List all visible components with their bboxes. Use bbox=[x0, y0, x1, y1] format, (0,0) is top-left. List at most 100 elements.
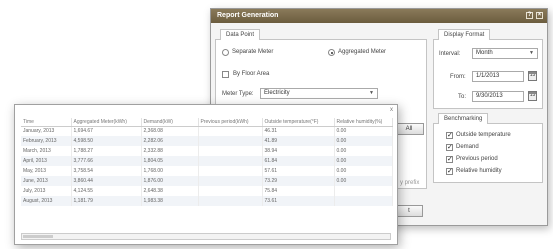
separate-meter-radio[interactable] bbox=[222, 49, 229, 56]
calendar-icon[interactable]: 15 bbox=[528, 71, 537, 81]
cell-demand: 1,768.00 bbox=[141, 166, 199, 176]
cell-time: March, 2013 bbox=[21, 146, 72, 156]
benchmarking-panel: Benchmarking ✓ Outside temperature ✓ Dem… bbox=[433, 113, 543, 183]
cell-aggregated: 4,124.55 bbox=[71, 186, 142, 196]
table-row[interactable]: August, 2013 1,181.79 1,983.38 73.61 bbox=[21, 196, 393, 206]
cell-humidity bbox=[334, 196, 393, 206]
cell-previous bbox=[198, 146, 263, 156]
from-date-field[interactable]: 1/1/2013 bbox=[472, 71, 524, 82]
meter-type-value: Electricity bbox=[264, 90, 290, 96]
cell-aggregated: 3,860.44 bbox=[71, 176, 142, 186]
by-floor-area-checkbox[interactable] bbox=[222, 71, 229, 78]
cell-humidity bbox=[334, 186, 393, 196]
column-header-outside-temperature[interactable]: Outside temperature(°F) bbox=[262, 118, 335, 127]
cell-temperature: 61.84 bbox=[262, 156, 335, 166]
scrollbar-thumb[interactable] bbox=[23, 235, 53, 238]
table-header-row: Time Aggregated Meter(kWh) Demand(kW) Pr… bbox=[21, 118, 393, 127]
dialog-titlebar[interactable]: Report Generation ? × bbox=[211, 9, 547, 23]
cell-previous bbox=[198, 156, 263, 166]
close-icon[interactable]: × bbox=[536, 12, 543, 19]
calendar-icon[interactable]: 15 bbox=[528, 91, 537, 101]
table-row[interactable]: January, 2013 1,694.67 2,368.08 46.31 0.… bbox=[21, 126, 393, 136]
cell-temperature: 73.29 bbox=[262, 176, 335, 186]
to-label: To: bbox=[458, 94, 467, 100]
outside-temperature-checkbox[interactable]: ✓ bbox=[446, 132, 453, 139]
table-row[interactable]: February, 2013 4,598.50 2,282.06 41.89 0… bbox=[21, 136, 393, 146]
cell-temperature: 38.94 bbox=[262, 146, 335, 156]
cell-humidity: 0.00 bbox=[334, 176, 393, 186]
chevron-down-icon: ▼ bbox=[529, 50, 534, 56]
previous-period-checkbox[interactable]: ✓ bbox=[446, 156, 453, 163]
cell-temperature: 57.61 bbox=[262, 166, 335, 176]
tab-benchmarking[interactable]: Benchmarking bbox=[438, 113, 489, 124]
by-floor-area-label: By Floor Area bbox=[233, 71, 270, 77]
help-icon[interactable]: ? bbox=[526, 12, 533, 19]
meter-type-select[interactable]: Electricity ▼ bbox=[260, 88, 378, 99]
interval-select[interactable]: Month ▼ bbox=[472, 48, 538, 59]
display-format-panel: Display Format Interval: Month ▼ From: 1… bbox=[433, 29, 543, 109]
cell-previous bbox=[198, 136, 263, 146]
cell-aggregated: 3,777.66 bbox=[71, 156, 142, 166]
tab-data-point[interactable]: Data Point bbox=[220, 29, 261, 40]
relative-humidity-label: Relative humidity bbox=[456, 168, 502, 174]
cell-aggregated: 3,758.54 bbox=[71, 166, 142, 176]
separate-meter-label: Separate Meter bbox=[232, 49, 274, 55]
cell-temperature: 41.89 bbox=[262, 136, 335, 146]
table-row[interactable]: May, 2013 3,758.54 1,768.00 57.61 0.00 bbox=[21, 166, 393, 176]
cell-time: August, 2013 bbox=[21, 196, 72, 206]
cell-humidity: 0.00 bbox=[334, 156, 393, 166]
report-grid-window: x Time Aggregated Meter(kWh) Demand(kW) … bbox=[14, 104, 398, 245]
cell-time: February, 2013 bbox=[21, 136, 72, 146]
cell-humidity: 0.00 bbox=[334, 126, 393, 136]
cell-demand: 2,368.08 bbox=[141, 126, 199, 136]
cell-demand: 2,332.88 bbox=[141, 146, 199, 156]
cell-aggregated: 4,598.50 bbox=[71, 136, 142, 146]
close-icon[interactable]: x bbox=[390, 107, 393, 113]
all-button[interactable]: All bbox=[394, 123, 424, 135]
cell-temperature: 75.84 bbox=[262, 186, 335, 196]
table-row[interactable]: March, 2013 1,788.27 2,332.88 38.94 0.00 bbox=[21, 146, 393, 156]
cell-time: June, 2013 bbox=[21, 176, 72, 186]
cell-demand: 1,876.00 bbox=[141, 176, 199, 186]
column-header-demand[interactable]: Demand(kW) bbox=[141, 118, 199, 127]
interval-value: Month bbox=[476, 50, 493, 56]
aggregated-meter-radio[interactable] bbox=[328, 49, 335, 56]
tab-display-format[interactable]: Display Format bbox=[438, 29, 491, 40]
chevron-down-icon: ▼ bbox=[369, 90, 374, 96]
column-header-previous-period[interactable]: Previous period(kWh) bbox=[198, 118, 263, 127]
cell-previous bbox=[198, 126, 263, 136]
column-header-aggregated-meter[interactable]: Aggregated Meter(kWh) bbox=[71, 118, 142, 127]
cell-time: April, 2013 bbox=[21, 156, 72, 166]
demand-checkbox[interactable]: ✓ bbox=[446, 144, 453, 151]
cell-previous bbox=[198, 186, 263, 196]
horizontal-scrollbar[interactable] bbox=[21, 233, 391, 240]
table-row[interactable]: April, 2013 3,777.66 1,804.05 61.84 0.00 bbox=[21, 156, 393, 166]
cell-aggregated: 1,181.79 bbox=[71, 196, 142, 206]
cell-demand: 1,804.05 bbox=[141, 156, 199, 166]
dialog-title: Report Generation bbox=[217, 12, 279, 19]
cell-previous bbox=[198, 166, 263, 176]
cell-demand: 1,983.38 bbox=[141, 196, 199, 206]
table-row[interactable]: June, 2013 3,860.44 1,876.00 73.29 0.00 bbox=[21, 176, 393, 186]
to-date-field[interactable]: 9/30/2013 bbox=[472, 91, 524, 102]
column-header-relative-humidity[interactable]: Relative humidity(%) bbox=[334, 118, 393, 127]
cell-demand: 2,648.38 bbox=[141, 186, 199, 196]
column-header-time[interactable]: Time bbox=[21, 118, 72, 127]
cell-aggregated: 1,694.67 bbox=[71, 126, 142, 136]
cell-time: July, 2013 bbox=[21, 186, 72, 196]
from-label: From: bbox=[450, 74, 466, 80]
meter-type-label: Meter Type: bbox=[222, 91, 254, 97]
table-row[interactable]: July, 2013 4,124.55 2,648.38 75.84 bbox=[21, 186, 393, 196]
cell-humidity: 0.00 bbox=[334, 136, 393, 146]
cell-aggregated: 1,788.27 bbox=[71, 146, 142, 156]
cell-temperature: 46.31 bbox=[262, 126, 335, 136]
cell-time: January, 2013 bbox=[21, 126, 72, 136]
cell-demand: 2,282.06 bbox=[141, 136, 199, 146]
report-table: Time Aggregated Meter(kWh) Demand(kW) Pr… bbox=[21, 118, 393, 206]
cell-humidity: 0.00 bbox=[334, 146, 393, 156]
cell-temperature: 73.61 bbox=[262, 196, 335, 206]
relative-humidity-checkbox[interactable]: ✓ bbox=[446, 168, 453, 175]
generate-button[interactable]: t bbox=[395, 205, 423, 217]
interval-label: Interval: bbox=[439, 51, 461, 57]
cell-previous bbox=[198, 196, 263, 206]
